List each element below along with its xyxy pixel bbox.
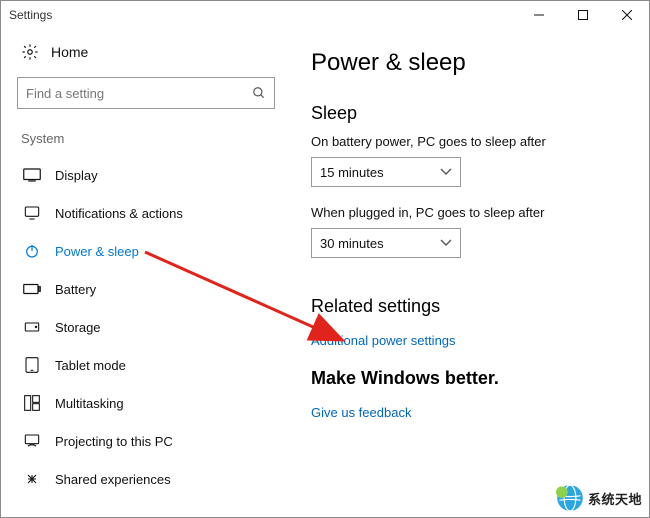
search-input[interactable]: [26, 86, 252, 101]
sidebar-item-label: Tablet mode: [55, 358, 126, 373]
battery-icon: [23, 280, 41, 298]
sidebar-group-label: System: [21, 131, 275, 146]
sidebar-item-power-sleep[interactable]: Power & sleep: [17, 232, 275, 270]
feedback-section: Make Windows better. Give us feedback: [311, 368, 619, 420]
sidebar-nav: Display Notifications & actions Power & …: [17, 156, 275, 498]
notifications-icon: [23, 204, 41, 222]
related-section: Related settings Additional power settin…: [311, 296, 619, 348]
minimize-button[interactable]: [517, 1, 561, 29]
sidebar-item-label: Battery: [55, 282, 96, 297]
content-area: Home System Display Notifications & acti…: [1, 29, 649, 517]
minimize-icon: [534, 10, 544, 20]
sidebar-item-label: Display: [55, 168, 98, 183]
projecting-icon: [23, 432, 41, 450]
window-buttons: [517, 1, 649, 29]
plugged-sleep-label: When plugged in, PC goes to sleep after: [311, 205, 619, 220]
sidebar-item-label: Storage: [55, 320, 101, 335]
tablet-icon: [23, 356, 41, 374]
search-box[interactable]: [17, 77, 275, 109]
power-icon: [23, 242, 41, 260]
sidebar-item-label: Projecting to this PC: [55, 434, 173, 449]
sleep-heading: Sleep: [311, 103, 619, 124]
sidebar-item-notifications[interactable]: Notifications & actions: [17, 194, 275, 232]
sidebar-item-display[interactable]: Display: [17, 156, 275, 194]
close-icon: [622, 10, 632, 20]
additional-power-settings-link[interactable]: Additional power settings: [311, 333, 456, 348]
page-title: Power & sleep: [311, 49, 619, 77]
battery-sleep-dropdown[interactable]: 15 minutes: [311, 157, 461, 187]
battery-sleep-label: On battery power, PC goes to sleep after: [311, 134, 619, 149]
dropdown-value: 15 minutes: [320, 165, 384, 180]
window-title: Settings: [9, 8, 52, 22]
gear-icon: [21, 43, 39, 61]
settings-window: Settings Home: [0, 0, 650, 518]
related-heading: Related settings: [311, 296, 619, 317]
display-icon: [23, 166, 41, 184]
chevron-down-icon: [440, 239, 452, 247]
close-button[interactable]: [605, 1, 649, 29]
sidebar-item-storage[interactable]: Storage: [17, 308, 275, 346]
sidebar: Home System Display Notifications & acti…: [1, 29, 291, 517]
sidebar-item-label: Multitasking: [55, 396, 124, 411]
chevron-down-icon: [440, 168, 452, 176]
dropdown-value: 30 minutes: [320, 236, 384, 251]
shared-icon: [23, 470, 41, 488]
plugged-sleep-dropdown[interactable]: 30 minutes: [311, 228, 461, 258]
sidebar-item-multitasking[interactable]: Multitasking: [17, 384, 275, 422]
search-icon: [252, 86, 266, 100]
sidebar-item-tablet-mode[interactable]: Tablet mode: [17, 346, 275, 384]
sleep-section: Sleep On battery power, PC goes to sleep…: [311, 103, 619, 276]
titlebar: Settings: [1, 1, 649, 29]
storage-icon: [23, 318, 41, 336]
main-panel: Power & sleep Sleep On battery power, PC…: [291, 29, 649, 517]
feedback-heading: Make Windows better.: [311, 368, 619, 389]
sidebar-item-label: Notifications & actions: [55, 206, 183, 221]
home-label: Home: [51, 44, 88, 60]
feedback-link[interactable]: Give us feedback: [311, 405, 411, 420]
sidebar-item-label: Power & sleep: [55, 244, 139, 259]
maximize-button[interactable]: [561, 1, 605, 29]
sidebar-item-projecting[interactable]: Projecting to this PC: [17, 422, 275, 460]
maximize-icon: [578, 10, 588, 20]
sidebar-item-shared-experiences[interactable]: Shared experiences: [17, 460, 275, 498]
sidebar-item-label: Shared experiences: [55, 472, 171, 487]
multitasking-icon: [23, 394, 41, 412]
sidebar-item-battery[interactable]: Battery: [17, 270, 275, 308]
home-button[interactable]: Home: [21, 43, 275, 61]
